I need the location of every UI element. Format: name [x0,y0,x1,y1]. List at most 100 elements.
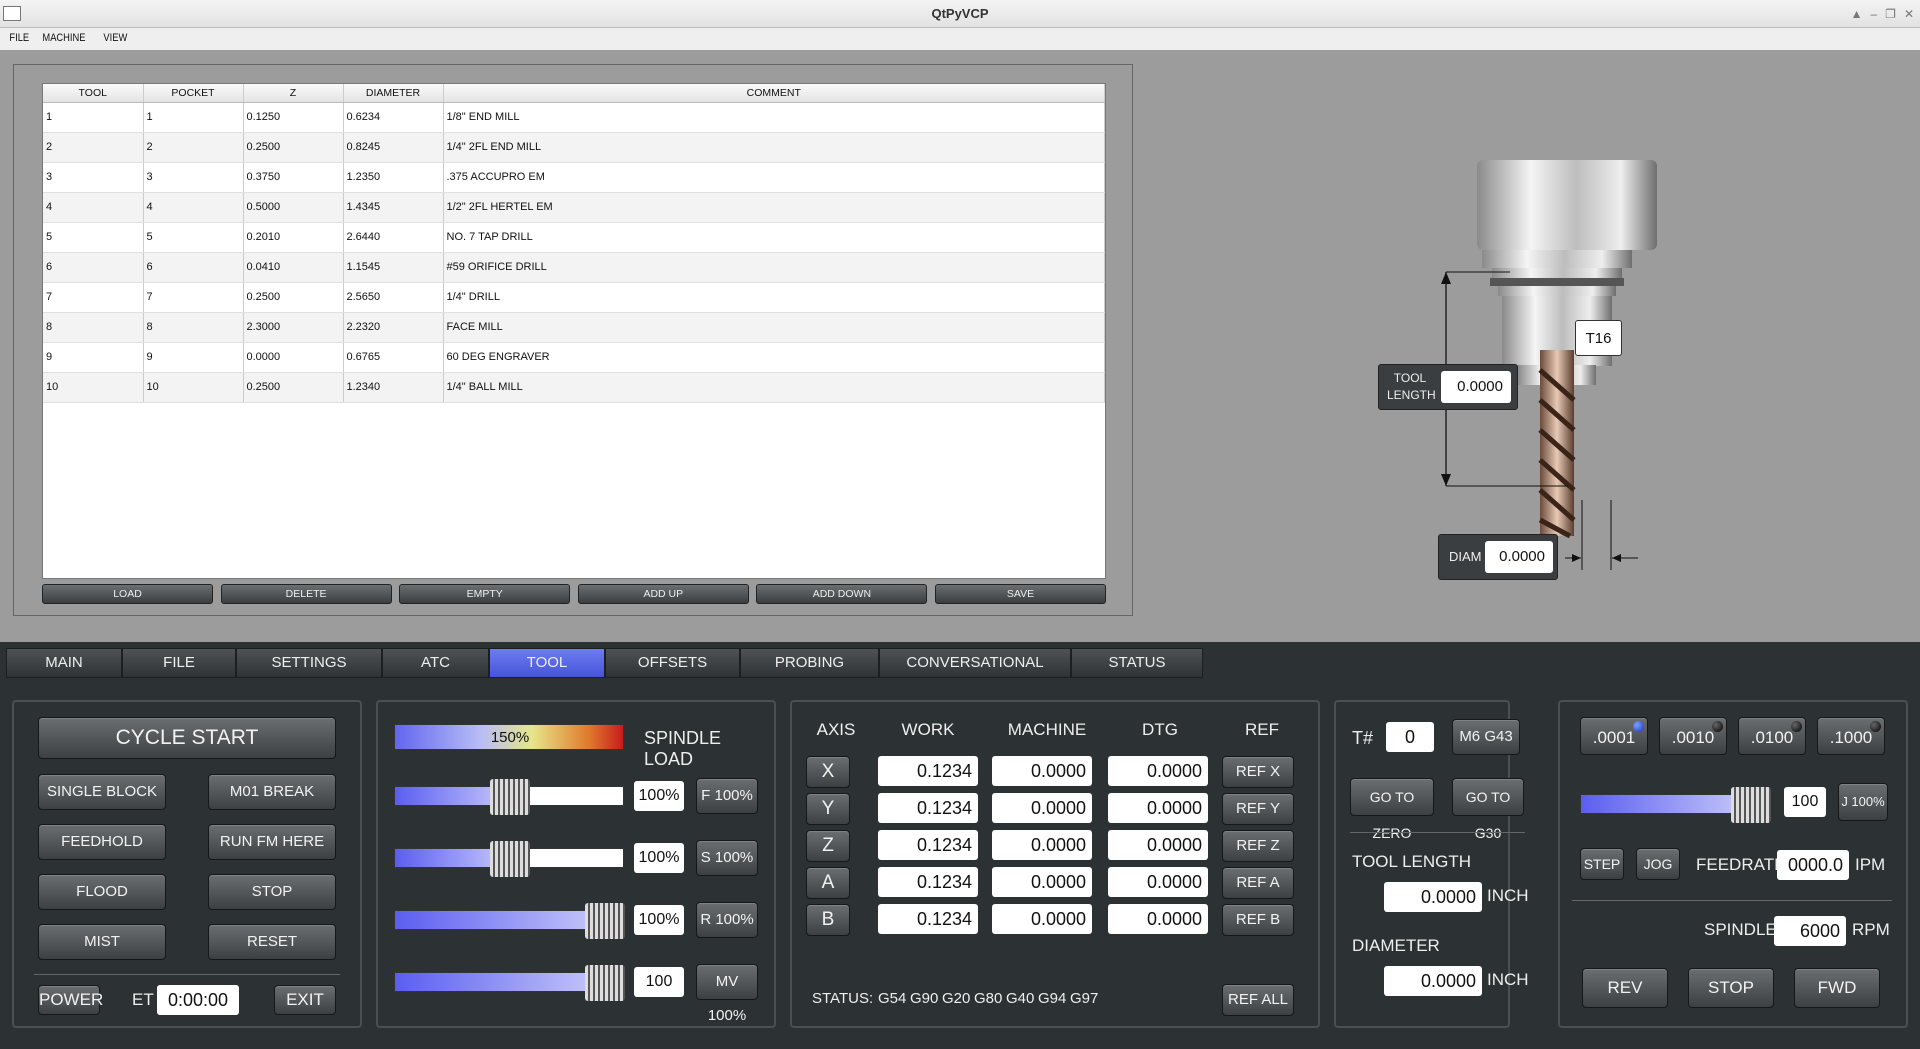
power-button[interactable]: POWER [38,985,103,1015]
table-row[interactable]: 7 7 0.2500 2.5650 1/4" DRILL [43,282,1105,313]
table-row[interactable]: 8 8 2.3000 2.2320 FACE MILL [43,312,1105,343]
exit-button[interactable]: EXIT [274,985,336,1015]
m6-g43-button[interactable]: M6 G43 [1452,719,1520,755]
table-row[interactable]: 10 10 0.2500 1.2340 1/4" BALL MILL [43,372,1105,403]
cell-pocket[interactable]: 8 [143,312,244,343]
cell-z[interactable]: 0.2500 [243,372,344,403]
run-from-here-button[interactable]: RUN FM HERE [208,824,336,860]
menu-machine[interactable]: MACHINE [39,28,91,50]
feedhold-button[interactable]: FEEDHOLD [38,824,166,860]
cell-z[interactable]: 0.2500 [243,132,344,163]
cell-diameter[interactable]: 1.1545 [343,252,444,283]
cell-z[interactable]: 0.2010 [243,222,344,253]
cell-comment[interactable]: FACE MILL [443,312,1105,343]
ref-all-button[interactable]: REF ALL [1222,984,1294,1016]
spindle-slider-handle[interactable] [490,841,530,877]
cycle-start-button[interactable]: CYCLE START [38,717,336,759]
cell-tool[interactable]: 7 [43,282,144,313]
cell-tool[interactable]: 1 [43,102,144,133]
cell-z[interactable]: 0.1250 [243,102,344,133]
increment-0001-button[interactable]: .0001 [1580,717,1648,755]
axis-b-button[interactable]: B [806,904,850,936]
step-button[interactable]: STEP [1580,848,1624,880]
cell-diameter[interactable]: 0.6234 [343,102,444,133]
spindle-forward-button[interactable]: FWD [1794,968,1880,1008]
tab-offsets[interactable]: OFFSETS [605,648,740,678]
tab-probing[interactable]: PROBING [740,648,879,678]
cell-pocket[interactable]: 7 [143,282,244,313]
axis-x-button[interactable]: X [806,756,850,788]
cell-pocket[interactable]: 3 [143,162,244,193]
cell-pocket[interactable]: 9 [143,342,244,373]
col-comment[interactable]: COMMENT [443,84,1105,103]
cell-z[interactable]: 0.0000 [243,342,344,373]
cell-tool[interactable]: 5 [43,222,144,253]
tab-status[interactable]: STATUS [1071,648,1203,678]
reset-button[interactable]: RESET [208,924,336,960]
go-to-zero-button[interactable]: GO TO ZERO [1350,778,1434,841]
cell-diameter[interactable]: 0.8245 [343,132,444,163]
max-velocity-reset-button[interactable]: MV 100% [696,964,758,1024]
cell-pocket[interactable]: 5 [143,222,244,253]
col-diameter[interactable]: DIAMETER [343,84,444,103]
cell-diameter[interactable]: 1.4345 [343,192,444,223]
save-button[interactable]: SAVE [934,584,1106,604]
col-pocket[interactable]: POCKET [143,84,244,103]
feed-override-slider[interactable] [394,779,624,815]
axis-z-button[interactable]: Z [806,830,850,862]
tab-file[interactable]: FILE [122,648,236,678]
cell-comment[interactable]: 1/4" BALL MILL [443,372,1105,403]
table-row[interactable]: 5 5 0.2010 2.6440 NO. 7 TAP DRILL [43,222,1105,253]
tab-tool[interactable]: TOOL [489,648,605,678]
keep-above-icon[interactable]: ▲ [1851,0,1863,28]
table-row[interactable]: 4 4 0.5000 1.4345 1/2" 2FL HERTEL EM [43,192,1105,223]
increment-0010-button[interactable]: .0010 [1659,717,1727,755]
menu-file[interactable]: FILE [6,28,34,50]
table-row[interactable]: 2 2 0.2500 0.8245 1/4" 2FL END MILL [43,132,1105,163]
cell-tool[interactable]: 6 [43,252,144,283]
spindle-reset-button[interactable]: S 100% [696,840,758,876]
cell-diameter[interactable]: 2.2320 [343,312,444,343]
cell-tool[interactable]: 3 [43,162,144,193]
feed-slider-handle[interactable] [490,779,530,815]
table-row[interactable]: 6 6 0.0410 1.1545 #59 ORIFICE DRILL [43,252,1105,283]
empty-button[interactable]: EMPTY [399,584,571,604]
cell-diameter[interactable]: 2.6440 [343,222,444,253]
load-button[interactable]: LOAD [42,584,213,604]
flood-button[interactable]: FLOOD [38,874,166,910]
rapid-slider-handle[interactable] [585,903,625,939]
cell-z[interactable]: 0.0410 [243,252,344,283]
stop-button[interactable]: STOP [208,874,336,910]
max-velocity-slider[interactable] [394,965,625,1001]
ref-x-button[interactable]: REF X [1222,756,1294,788]
rapid-override-slider[interactable] [394,903,625,939]
add-down-button[interactable]: ADD DOWN [756,584,928,604]
cell-pocket[interactable]: 1 [143,102,244,133]
tab-main[interactable]: MAIN [6,648,122,678]
cell-comment[interactable]: .375 ACCUPRO EM [443,162,1105,193]
cell-pocket[interactable]: 6 [143,252,244,283]
tab-atc[interactable]: ATC [382,648,489,678]
cell-tool[interactable]: 10 [43,372,144,403]
cell-comment[interactable]: 60 DEG ENGRAVER [443,342,1105,373]
cell-diameter[interactable]: 0.6765 [343,342,444,373]
jog-mode-button[interactable]: JOG [1636,848,1680,880]
cell-comment[interactable]: #59 ORIFICE DRILL [443,252,1105,283]
minimize-icon[interactable]: – [1870,0,1877,28]
table-row[interactable]: 1 1 0.1250 0.6234 1/8" END MILL [43,102,1105,133]
rapid-reset-button[interactable]: R 100% [696,902,758,938]
increment-1000-button[interactable]: .1000 [1817,717,1885,755]
cell-z[interactable]: 0.2500 [243,282,344,313]
jog-reset-button[interactable]: J 100% [1838,783,1888,821]
jog-speed-slider[interactable] [1580,787,1771,823]
m01-break-button[interactable]: M01 BREAK [208,774,336,810]
tab-conversational[interactable]: CONVERSATIONAL [879,648,1071,678]
ref-z-button[interactable]: REF Z [1222,830,1294,862]
tab-settings[interactable]: SETTINGS [236,648,382,678]
col-z[interactable]: Z [243,84,344,103]
single-block-button[interactable]: SINGLE BLOCK [38,774,166,810]
mist-button[interactable]: MIST [38,924,166,960]
axis-y-button[interactable]: Y [806,793,850,825]
cell-comment[interactable]: 1/2" 2FL HERTEL EM [443,192,1105,223]
go-to-g30-button[interactable]: GO TO G30 [1452,778,1524,841]
